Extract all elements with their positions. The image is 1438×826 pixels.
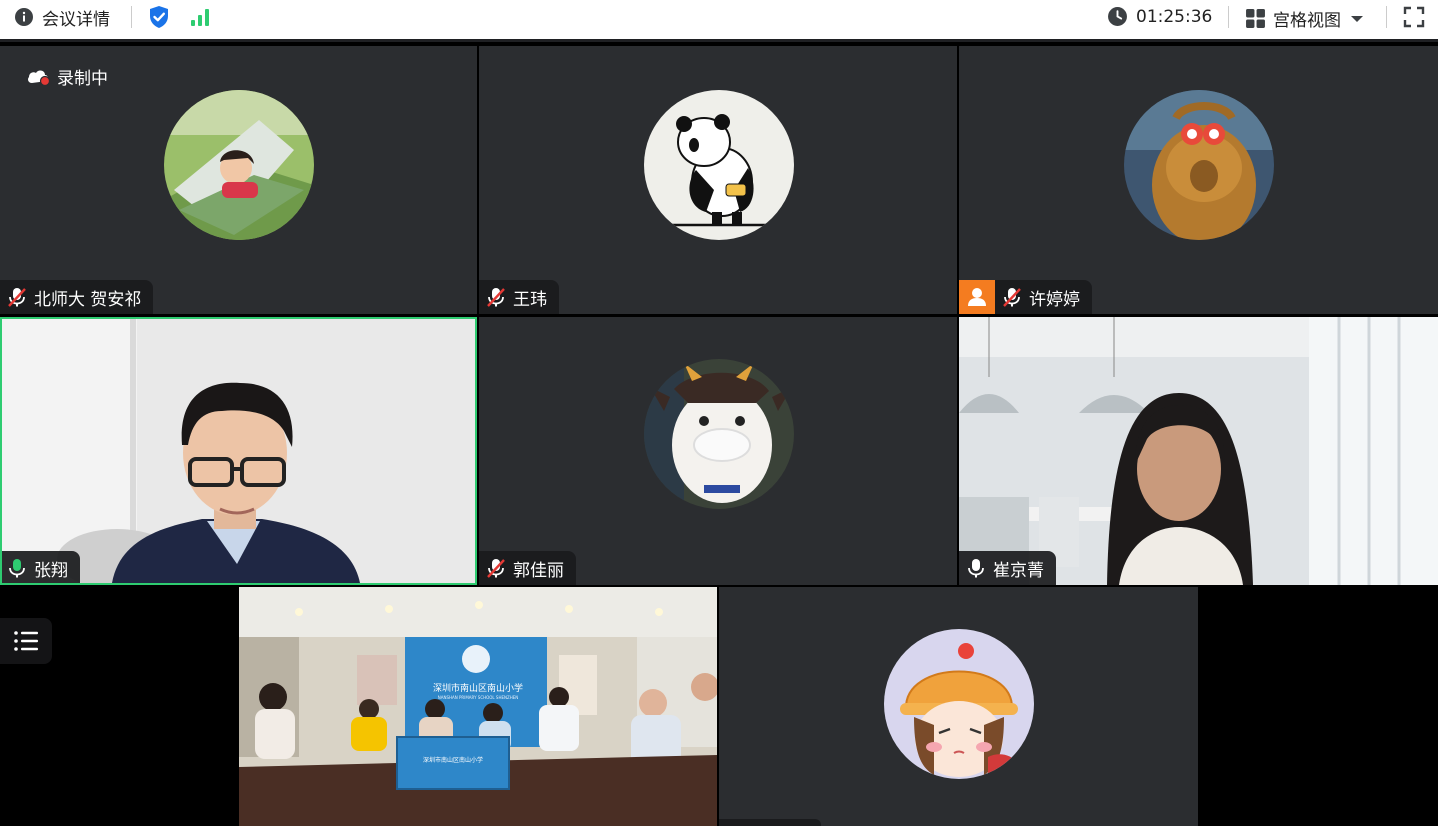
participant-avatar [1124,90,1274,240]
participant-tile[interactable]: 录制中 北师大 贺安祁 [0,46,477,314]
host-person-icon [968,288,986,306]
participant-tile-active-speaker[interactable]: 张翔 [0,317,477,585]
participant-nametag: 张翔 [2,551,80,583]
participant-nametag: 崔京菁 [959,551,1056,585]
info-icon [15,8,33,26]
participant-nametag: 许婷婷 [959,280,1092,314]
network-signal-icon[interactable] [190,7,212,27]
divider [1228,6,1229,28]
list-menu-icon [14,631,38,651]
divider [131,6,132,28]
participant-video [959,317,1438,585]
participant-name: 许婷婷 [1029,289,1080,310]
participant-avatar [164,90,314,240]
participant-video [2,319,475,583]
participant-video [239,587,717,826]
grid-view-icon [1246,9,1265,28]
participant-tile[interactable]: 郭佳丽 [479,317,957,585]
timer-text: 01:25:36 [1136,6,1213,27]
room-banner-subtext: NANSHAN PRIMARY SCHOOL SHENZHEN [437,695,519,700]
top-bar: 会议详情 01:25:36 宫格视图 [0,0,1438,42]
mic-muted-icon [1003,288,1021,307]
recording-label: 录制中 [57,69,108,89]
participant-name: 郭佳丽 [513,560,564,581]
participant-name: 王玮 [513,289,547,310]
security-shield-icon[interactable] [148,5,170,29]
video-grid: 录制中 北师大 贺安祁 王玮 许婷婷 张翔 郭佳丽 崔京菁 深圳市南山区南山小学… [0,46,1438,826]
mic-muted-icon [8,288,26,307]
meeting-timer: 01:25:36 [1107,6,1212,27]
mic-icon [968,559,984,578]
view-mode-label: 宫格视图 [1273,11,1341,31]
view-mode-dropdown[interactable]: 宫格视图 [1245,6,1364,31]
participant-tile-room-video[interactable]: 深圳市南山区南山小学 NANSHAN PRIMARY SCHOOL SHENZH… [239,587,717,826]
meeting-info-button[interactable]: 会议详情 [14,6,110,30]
participant-tile[interactable] [719,587,1198,826]
participant-list-button[interactable] [0,618,52,664]
host-badge [959,280,995,314]
divider [1386,6,1387,28]
participant-tile[interactable]: 崔京菁 [959,317,1438,585]
participant-nametag-partial [719,819,821,826]
participant-nametag: 北师大 贺安祁 [0,280,154,314]
recording-indicator: 录制中 [26,64,108,89]
meeting-info-label: 会议详情 [42,9,110,30]
participant-nametag: 王玮 [479,280,559,314]
participant-avatar [644,359,794,509]
participant-name: 北师大 贺安祁 [34,289,142,310]
clock-icon [1108,7,1127,26]
room-banner-text: 深圳市南山区南山小学 [432,684,523,694]
mic-speaking-icon [9,559,25,578]
participant-name: 崔京菁 [993,560,1044,581]
participant-tile[interactable]: 许婷婷 [959,46,1438,314]
mic-muted-icon [487,559,505,578]
chevron-down-icon [1351,15,1363,22]
participant-nametag: 郭佳丽 [479,551,576,585]
fullscreen-icon[interactable] [1403,6,1425,28]
room-desk-sign: 深圳市南山区南山小学 [422,757,483,764]
cloud-record-icon [28,70,51,86]
participant-tile[interactable]: 王玮 [479,46,957,314]
participant-avatar [884,629,1034,779]
participant-name: 张翔 [34,560,68,581]
participant-avatar [644,90,794,240]
mic-muted-icon [487,288,505,307]
